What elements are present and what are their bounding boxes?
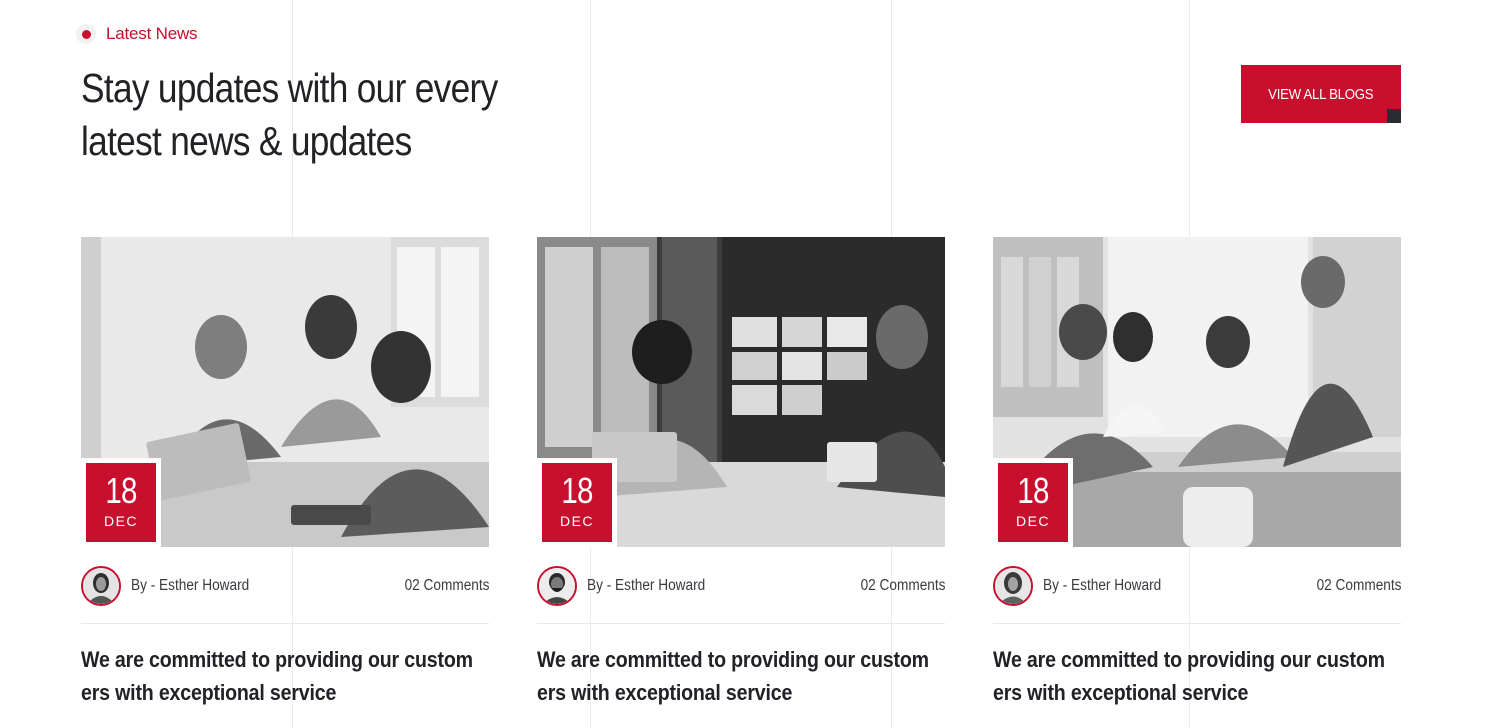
post-author[interactable]: By - Esther Howard (131, 577, 249, 595)
date-day: 18 (1017, 470, 1049, 511)
date-month: DEC (1015, 513, 1051, 529)
post-title[interactable]: We are committed to providing our custom… (81, 643, 481, 709)
eyebrow-label: Latest News (106, 24, 198, 43)
section-heading: Stay updates with our every latest news … (81, 62, 528, 168)
post-meta: By - Esther Howard 02 Comments (81, 565, 489, 607)
date-badge: 18 DEC (81, 458, 161, 547)
date-month: DEC (103, 513, 139, 529)
latest-news-section: Latest News Stay updates with our every … (0, 0, 1487, 728)
date-badge: 18 DEC (537, 458, 617, 547)
post-meta: By - Esther Howard 02 Comments (993, 565, 1401, 607)
corner-accent (1387, 109, 1401, 123)
post-author[interactable]: By - Esther Howard (587, 577, 705, 595)
divider (537, 623, 945, 624)
blog-card[interactable]: 18 DEC By - Esther Howard 02 Comments We… (537, 237, 945, 728)
dot-icon (76, 24, 96, 44)
author-avatar (81, 566, 121, 606)
blog-card-image[interactable]: 18 DEC (993, 237, 1401, 547)
divider (993, 623, 1401, 624)
author-avatar (537, 566, 577, 606)
post-comments[interactable]: 02 Comments (404, 577, 489, 595)
post-comments[interactable]: 02 Comments (860, 577, 945, 595)
post-author[interactable]: By - Esther Howard (1043, 577, 1161, 595)
author-avatar (993, 566, 1033, 606)
heading-line: latest news & updates (81, 118, 412, 164)
post-title[interactable]: We are committed to providing our custom… (993, 643, 1393, 709)
view-all-blogs-label: VIEW ALL BLOGS (1268, 85, 1374, 103)
date-day: 18 (561, 470, 593, 511)
post-comments[interactable]: 02 Comments (1316, 577, 1401, 595)
section-eyebrow: Latest News (76, 24, 198, 44)
post-title[interactable]: We are committed to providing our custom… (537, 643, 937, 709)
blog-card[interactable]: 18 DEC By - Esther Howard 02 Comments We… (993, 237, 1401, 728)
divider (81, 623, 489, 624)
blog-card[interactable]: 18 DEC By - Esther Howard 02 Comments We… (81, 237, 489, 728)
date-month: DEC (559, 513, 595, 529)
heading-line: Stay updates with our every (81, 65, 498, 111)
view-all-blogs-button[interactable]: VIEW ALL BLOGS (1241, 65, 1401, 123)
date-badge: 18 DEC (993, 458, 1073, 547)
post-meta: By - Esther Howard 02 Comments (537, 565, 945, 607)
date-day: 18 (105, 470, 137, 511)
blog-card-image[interactable]: 18 DEC (537, 237, 945, 547)
blog-card-image[interactable]: 18 DEC (81, 237, 489, 547)
